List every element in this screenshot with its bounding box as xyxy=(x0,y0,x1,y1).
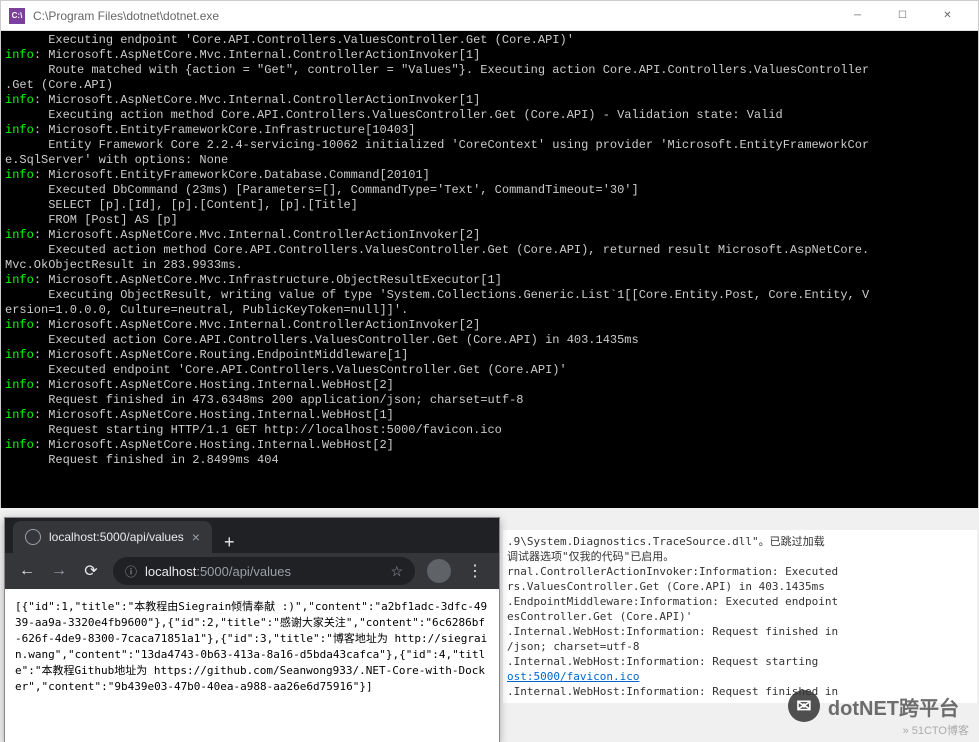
console-line: info: Microsoft.AspNetCore.Mvc.Infrastru… xyxy=(5,273,974,288)
console-line: info: Microsoft.AspNetCore.Mvc.Internal.… xyxy=(5,318,974,333)
watermark-source: » 51CTO博客 xyxy=(903,722,969,738)
ide-line: .9\System.Diagnostics.TraceSource.dll"。已… xyxy=(507,534,973,549)
ide-line: rnal.ControllerActionInvoker:Information… xyxy=(507,564,973,579)
console-line: info: Microsoft.EntityFrameworkCore.Infr… xyxy=(5,123,974,138)
ide-line: 调试器选项"仅我的代码"已启用。 xyxy=(507,549,973,564)
watermark-text: dotNET跨平台 xyxy=(828,692,959,721)
browser-toolbar: ← → ⟳ ⓘ localhost:5000/api/values ☆ ⋮ xyxy=(5,553,499,589)
menu-button[interactable]: ⋮ xyxy=(459,561,491,581)
tab-close-icon[interactable]: × xyxy=(184,529,200,545)
console-line: info: Microsoft.AspNetCore.Hosting.Inter… xyxy=(5,378,974,393)
console-line: Executed action method Core.API.Controll… xyxy=(5,243,974,258)
console-line: info: Microsoft.AspNetCore.Mvc.Internal.… xyxy=(5,228,974,243)
site-info-icon[interactable]: ⓘ xyxy=(125,563,137,580)
profile-avatar[interactable] xyxy=(427,559,451,583)
ide-line: .EndpointMiddleware:Information: Execute… xyxy=(507,594,973,609)
ide-line: .Internal.WebHost:Information: Request s… xyxy=(507,654,973,669)
favicon-icon xyxy=(25,529,41,545)
console-line: Executing action method Core.API.Control… xyxy=(5,108,974,123)
window-title: C:\Program Files\dotnet\dotnet.exe xyxy=(33,9,835,23)
ide-line: /json; charset=utf-8 xyxy=(507,639,973,654)
console-line: Executed endpoint 'Core.API.Controllers.… xyxy=(5,363,974,378)
ide-line: .Internal.WebHost:Information: Request f… xyxy=(507,624,973,639)
address-bar[interactable]: ⓘ localhost:5000/api/values ☆ xyxy=(113,557,415,585)
console-line: .Get (Core.API) xyxy=(5,78,974,93)
console-line: Executing endpoint 'Core.API.Controllers… xyxy=(5,33,974,48)
console-line: info: Microsoft.AspNetCore.Hosting.Inter… xyxy=(5,408,974,423)
console-line: Entity Framework Core 2.2.4-servicing-10… xyxy=(5,138,974,153)
console-output[interactable]: Executing endpoint 'Core.API.Controllers… xyxy=(1,31,978,508)
close-button[interactable]: ✕ xyxy=(925,2,970,30)
console-window: C:\ C:\Program Files\dotnet\dotnet.exe ─… xyxy=(0,0,979,508)
ide-line: esController.Get (Core.API)' xyxy=(507,609,973,624)
ide-line: ost:5000/favicon.ico xyxy=(507,669,973,684)
tab-bar: localhost:5000/api/values × + xyxy=(5,518,499,553)
console-line: Request finished in 473.6348ms 200 appli… xyxy=(5,393,974,408)
app-icon: C:\ xyxy=(9,8,25,24)
console-line: Route matched with {action = "Get", cont… xyxy=(5,63,974,78)
ide-line: rs.ValuesController.Get (Core.API) in 40… xyxy=(507,579,973,594)
browser-window: localhost:5000/api/values × + ← → ⟳ ⓘ lo… xyxy=(4,517,500,742)
minimize-button[interactable]: ─ xyxy=(835,2,880,30)
watermark: ✉ dotNET跨平台 xyxy=(788,690,959,722)
window-controls: ─ ☐ ✕ xyxy=(835,2,970,30)
console-line: Request finished in 2.8499ms 404 xyxy=(5,453,974,468)
back-button[interactable]: ← xyxy=(13,557,41,585)
console-line: Executed DbCommand (23ms) [Parameters=[]… xyxy=(5,183,974,198)
wechat-icon: ✉ xyxy=(788,690,820,722)
console-line: Mvc.OkObjectResult in 283.9933ms. xyxy=(5,258,974,273)
console-line: e.SqlServer' with options: None xyxy=(5,153,974,168)
page-content[interactable]: [{"id":1,"title":"本教程由Siegrain倾情奉献 :)","… xyxy=(5,589,499,742)
console-line: info: Microsoft.EntityFrameworkCore.Data… xyxy=(5,168,974,183)
browser-tab[interactable]: localhost:5000/api/values × xyxy=(13,521,212,553)
console-line: Executing ObjectResult, writing value of… xyxy=(5,288,974,303)
new-tab-button[interactable]: + xyxy=(212,532,247,553)
console-line: info: Microsoft.AspNetCore.Hosting.Inter… xyxy=(5,438,974,453)
url-text: localhost:5000/api/values xyxy=(145,564,390,579)
console-line: SELECT [p].[Id], [p].[Content], [p].[Tit… xyxy=(5,198,974,213)
console-line: Request starting HTTP/1.1 GET http://loc… xyxy=(5,423,974,438)
maximize-button[interactable]: ☐ xyxy=(880,2,925,30)
reload-button[interactable]: ⟳ xyxy=(77,557,105,585)
console-line: FROM [Post] AS [p] xyxy=(5,213,974,228)
ide-output: .9\System.Diagnostics.TraceSource.dll"。已… xyxy=(503,530,977,703)
console-line: ersion=1.0.0.0, Culture=neutral, PublicK… xyxy=(5,303,974,318)
bookmark-icon[interactable]: ☆ xyxy=(390,563,403,580)
console-line: info: Microsoft.AspNetCore.Mvc.Internal.… xyxy=(5,93,974,108)
tab-title: localhost:5000/api/values xyxy=(49,530,184,544)
titlebar[interactable]: C:\ C:\Program Files\dotnet\dotnet.exe ─… xyxy=(1,1,978,31)
console-line: info: Microsoft.AspNetCore.Mvc.Internal.… xyxy=(5,48,974,63)
console-line: info: Microsoft.AspNetCore.Routing.Endpo… xyxy=(5,348,974,363)
console-line: Executed action Core.API.Controllers.Val… xyxy=(5,333,974,348)
forward-button[interactable]: → xyxy=(45,557,73,585)
